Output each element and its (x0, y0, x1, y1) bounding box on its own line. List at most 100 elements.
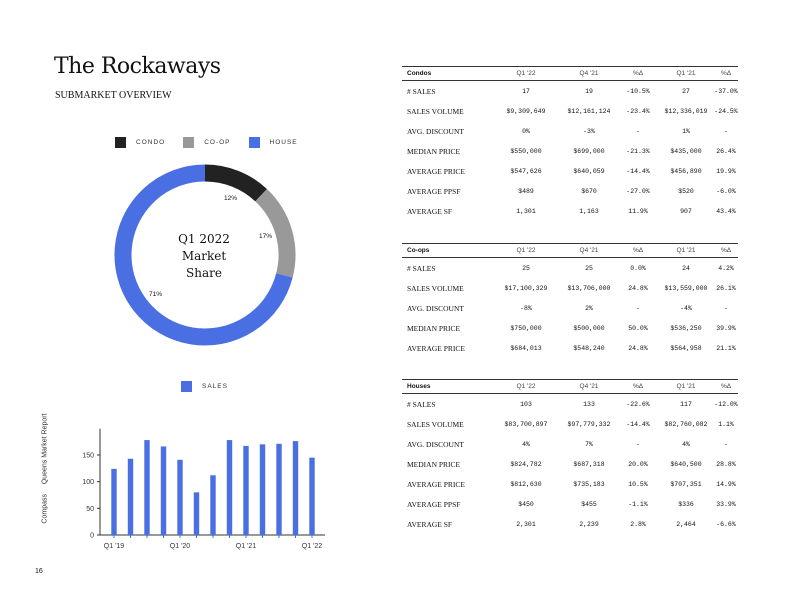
slice-label-condo: 12% (224, 195, 238, 202)
table-cell: 4% (522, 440, 530, 448)
table-cell: $564,958 (670, 344, 702, 352)
bar-9 (259, 444, 266, 535)
table-cell: 33.9% (716, 500, 736, 508)
row-label: SALES VOLUME (407, 419, 464, 429)
row-label: AVG. DISCOUNT (407, 303, 464, 313)
bar-10 (276, 443, 282, 535)
row-label: SALES VOLUME (407, 106, 464, 116)
table-cell: 1% (682, 127, 690, 135)
table-cell: 28.8% (716, 460, 736, 468)
row-label: AVG. DISCOUNT (407, 126, 464, 136)
table-cell: 26.1% (716, 284, 736, 292)
row-label: AVERAGE PRICE (407, 479, 465, 489)
table-cell: $550,000 (510, 147, 542, 155)
row-label: # SALES (407, 86, 436, 96)
table-cell: $707,351 (670, 480, 702, 488)
table-cell: $450 (518, 500, 534, 508)
table-cell: - (636, 304, 640, 312)
table-cell: -14.4% (626, 420, 650, 428)
table-cell: $82,760,082 (664, 420, 708, 428)
donut-center-line: Market (181, 249, 227, 263)
table-cell: 24.8% (628, 344, 648, 352)
table-cell: - (724, 127, 728, 135)
sales-bar-chart: 0 50 100 150 Q1 '19 Q1 '20 Q1 '21 Q1 '22 (82, 428, 325, 550)
legend-label-house: HOUSE (269, 139, 298, 146)
row-label: SALES VOLUME (407, 283, 464, 293)
x-tick-label: Q1 '20 (170, 543, 191, 550)
row-label: AVERAGE PRICE (407, 343, 465, 353)
bar-4 (177, 459, 183, 535)
table-row: SALES VOLUME $9,309,649 $12,161,124 -23.4% $… (402, 101, 738, 121)
table-cell: $520 (678, 187, 694, 195)
table-cell: $640,500 (670, 460, 702, 468)
slice-label-coop: 17% (259, 233, 273, 240)
table-cell: -21.3% (626, 147, 650, 155)
table-cell: $750,000 (510, 324, 542, 332)
table-cell: 0% (522, 127, 530, 135)
table-cell: 117 (680, 400, 692, 408)
table-cell: -10.5% (626, 87, 650, 95)
table-cell: 103 (520, 400, 532, 408)
table-cell: $17,100,329 (504, 284, 548, 292)
column-header: %Δ (720, 383, 732, 390)
donut-center-label: Q1 2022 Market Share (154, 231, 254, 282)
table-cell: $684,013 (510, 344, 542, 352)
table-cell: $456,890 (670, 167, 702, 175)
table-row: MEDIAN PRICE $550,000 $699,000 -21.3% $435,0… (402, 141, 738, 161)
table-row: # SALES 25 25 0.0% 24 4.2% (402, 258, 738, 278)
table-cell: 43.4% (716, 207, 736, 215)
row-label: AVERAGE PRICE (407, 166, 465, 176)
page-number: 16 (35, 568, 43, 575)
table-cell: $547,626 (510, 167, 542, 175)
table-row: AVERAGE PRICE $547,626 $640,059 -14.4% $456,… (402, 161, 738, 181)
table-cell: 19.9% (716, 167, 736, 175)
donut-center-line: Share (186, 266, 222, 280)
table-cell: $12,336,019 (664, 107, 708, 115)
bar-3 (160, 446, 167, 535)
table-row: AVG. DISCOUNT 4% 7% - 4% - (402, 434, 738, 454)
table-cell: 14.9% (716, 480, 736, 488)
table-title: Condos (407, 70, 432, 77)
row-label: # SALES (407, 263, 436, 273)
y-tick-label: 0 (90, 533, 94, 540)
table-cell: 4% (682, 440, 690, 448)
legend-swatch-house (248, 137, 260, 148)
legend-swatch-condo (115, 137, 126, 148)
row-label: AVERAGE PPSF (407, 499, 461, 509)
table-cell: 27 (682, 87, 690, 95)
x-tick-label: Q1 '22 (302, 543, 323, 550)
table-cell: -27.0% (626, 187, 650, 195)
table-cell: -8% (520, 304, 532, 312)
table-cell: $735,183 (573, 480, 605, 488)
row-label: # SALES (407, 399, 436, 409)
table-cell: 2,301 (516, 520, 536, 528)
table-cell: $336 (678, 500, 694, 508)
x-tick-label: Q1 '21 (236, 543, 257, 550)
donut-slice-condo (204, 164, 267, 202)
table-header: Co-ops Q1 '22 Q4 '21 %Δ Q1 '21 %Δ (402, 243, 738, 258)
table-title: Houses (407, 383, 431, 390)
table-row: AVG. DISCOUNT 0% -3% - 1% - (402, 121, 738, 141)
table-cell: 2.8% (630, 520, 646, 528)
column-header: Q1 '22 (516, 70, 536, 77)
table-cell: 21.1% (716, 344, 736, 352)
table-row: AVERAGE PPSF $489 $670 -27.0% $520 -6.0% (402, 181, 738, 201)
column-header: Q1 '22 (516, 247, 536, 254)
table-cell: $489 (518, 187, 534, 195)
table-cell: $699,000 (573, 147, 605, 155)
page-subtitle: SUBMARKET OVERVIEW (55, 90, 172, 101)
bar-8 (243, 445, 249, 535)
table-cell: $13,706,000 (567, 284, 611, 292)
table-cell: $455 (581, 500, 597, 508)
y-tick-label: 150 (82, 453, 94, 460)
table-title: Co-ops (407, 247, 430, 254)
table-cell: $83,700,897 (504, 420, 548, 428)
table-cell: 2,239 (579, 520, 599, 528)
table-cell: $824,782 (510, 460, 542, 468)
table-cell: 25 (522, 264, 530, 272)
table-cell: $12,161,124 (567, 107, 611, 115)
table-row: # SALES 17 19 -10.5% 27 -37.0% (402, 81, 738, 101)
table-cell: -4% (680, 304, 692, 312)
table-cell: 2,464 (676, 520, 696, 528)
table-row: AVERAGE SF 1,301 1,163 11.9% 907 43.4% (402, 201, 738, 221)
